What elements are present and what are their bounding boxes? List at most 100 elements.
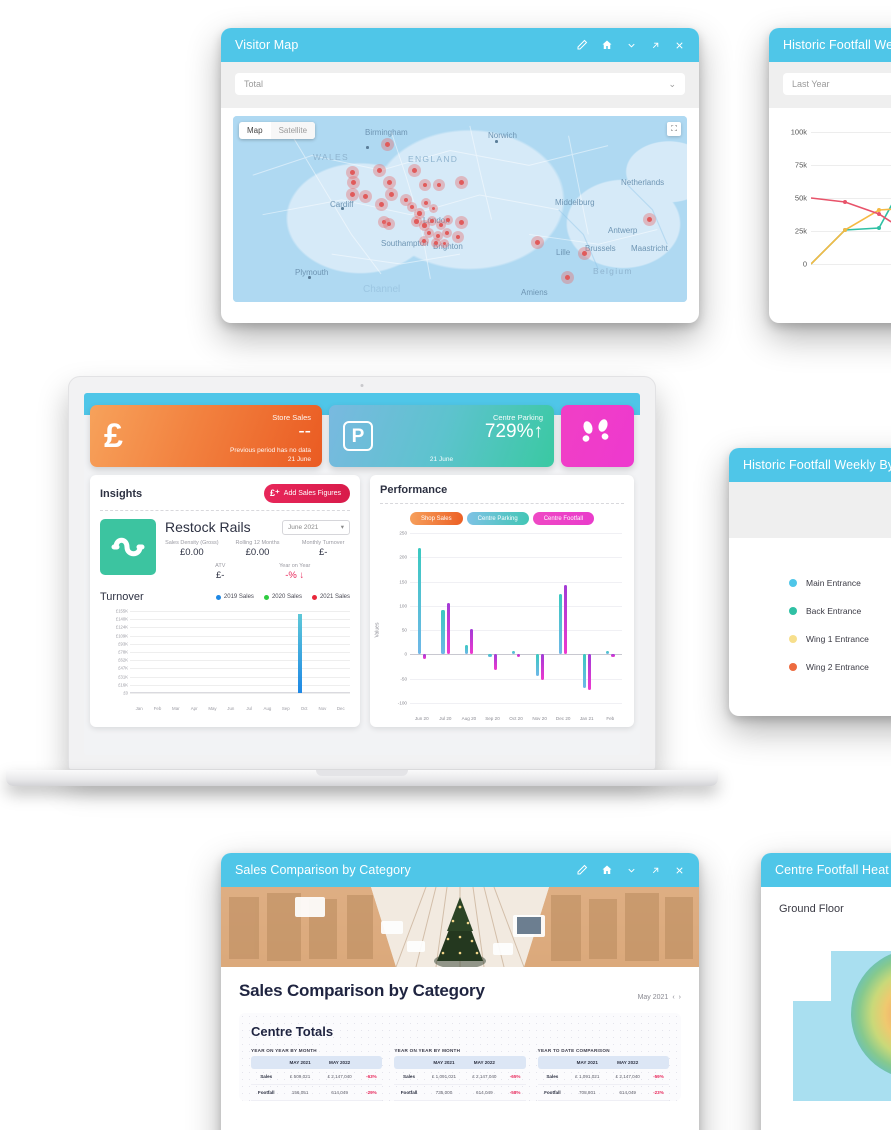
column-header: MAY 2021 — [567, 1056, 608, 1069]
total-filter-value: Total — [244, 79, 264, 89]
close-icon[interactable] — [674, 40, 685, 51]
close-icon[interactable] — [674, 865, 685, 876]
map-type-toggle[interactable]: Map Satellite — [239, 122, 316, 139]
table-cell: -29% — [360, 1084, 383, 1101]
performance-bar — [582, 654, 586, 689]
table-caption: YEAR ON YEAR BY MONTH — [251, 1048, 317, 1053]
page-title: Sales Comparison by Category — [239, 981, 485, 1000]
kpi-centre-parking[interactable]: P Centre Parking 729%↑ 21 June — [329, 405, 554, 467]
period-select[interactable]: Last Year ⌄ — [783, 73, 891, 95]
performance-tabs: Shop Sales Centre Parking Centre Footfal… — [380, 512, 624, 525]
map-label: Netherlands — [621, 178, 665, 187]
performance-bar — [422, 654, 427, 660]
metric-year-on-year: Year on Year -% ↓ — [264, 563, 327, 581]
map-canvas[interactable]: Map Satellite ⛶ Birmingham Norwich WALES… — [233, 116, 687, 302]
performance-bar — [493, 654, 497, 671]
expand-arrow-icon[interactable] — [650, 865, 661, 876]
metrics-row-1: Sales Density (Gross) £0.00 Rolling 12 M… — [165, 540, 350, 558]
legend-item-main-entrance[interactable]: Main Entrance — [789, 578, 891, 588]
next-month-icon[interactable]: › — [679, 994, 681, 1001]
kpi-label: Centre Parking — [492, 413, 543, 422]
table-caption: YEAR TO DATE COMPARISON — [537, 1048, 610, 1053]
tab-centre-parking[interactable]: Centre Parking — [466, 512, 529, 525]
kpi-store-sales[interactable]: £ Store Sales -- Previous period has no … — [90, 405, 322, 467]
panel-title: Performance — [380, 484, 448, 496]
x-tick: Aug — [263, 706, 272, 711]
table-row: Sales £ 1,091,021 £ 2,147,040 -65% — [394, 1069, 526, 1085]
legend-label: Wing 1 Entrance — [806, 634, 869, 644]
chevron-down-icon[interactable] — [626, 40, 637, 51]
legend-label: Back Entrance — [806, 606, 862, 616]
home-icon[interactable] — [601, 864, 613, 876]
legend-item-wing-2-entrance[interactable]: Wing 2 Entrance — [789, 662, 891, 672]
add-sales-figures-button[interactable]: £⁺ Add Sales Figures — [264, 484, 350, 503]
pencil-icon[interactable] — [576, 39, 588, 51]
turnover-title: Turnover — [100, 591, 144, 603]
metric-monthly-turnover: Monthly Turnover £- — [296, 540, 350, 558]
legend-swatch — [789, 635, 797, 643]
x-tick: Feb — [153, 706, 162, 711]
y-tick: 150 — [399, 579, 407, 585]
chevron-down-icon[interactable] — [626, 865, 637, 876]
visitor-map-card: Visitor Map Total ⌄ Map Satellite ⛶ Birm… — [221, 28, 699, 323]
column-header: MAY 2021 — [281, 1056, 319, 1069]
y-tick: £109K — [115, 633, 128, 639]
map-label: Norwich — [488, 131, 517, 140]
webcam-icon — [360, 384, 364, 387]
performance-bar — [559, 594, 563, 655]
table-cell: Footfall — [251, 1084, 282, 1101]
laptop-base — [6, 770, 718, 786]
pencil-icon[interactable] — [576, 864, 588, 876]
insight-period-select[interactable]: June 2021 ▾ — [282, 519, 350, 535]
metric-label: Sales Density (Gross) — [165, 540, 219, 546]
expand-arrow-icon[interactable] — [650, 40, 661, 51]
table-cell: Sales — [251, 1069, 282, 1085]
performance-panel: Performance Shop Sales Centre Parking Ce… — [370, 475, 634, 727]
table-row: Sales £ 509,021 £ 2,147,040 -63% — [251, 1069, 383, 1085]
table-cell: 614,049 — [318, 1084, 361, 1101]
metric-label: Year on Year — [279, 563, 311, 569]
kpi-centre-footfall[interactable] — [561, 405, 634, 467]
tab-centre-footfall[interactable]: Centre Footfall — [532, 512, 595, 525]
x-tick: Aug 20 — [461, 716, 477, 721]
table-cell: £ 2,147,040 — [318, 1069, 361, 1085]
column-header — [394, 1056, 424, 1069]
map-toggle-map[interactable]: Map — [239, 122, 271, 139]
map-label: Plymouth — [295, 268, 329, 277]
table-cell: Footfall — [537, 1084, 568, 1101]
prev-month-icon[interactable]: ‹ — [672, 994, 674, 1001]
dashboard-panels: Insights £⁺ Add Sales Figures Restock Ra… — [84, 467, 640, 727]
metric-label: Monthly Turnover — [301, 540, 345, 546]
totals-table: MAY 2021 MAY 2022 Sales £ 1,091,021 £ 2,147,… — [394, 1056, 526, 1101]
map-label: Middelburg — [555, 198, 595, 207]
card-title: Historic Footfall Weekly By — [743, 458, 891, 472]
x-tick: Feb — [606, 716, 615, 721]
table-row: Sales £ 1,091,021 £ 2,147,040 -59% — [537, 1069, 669, 1085]
tab-shop-sales[interactable]: Shop Sales — [409, 512, 463, 525]
performance-bar — [611, 654, 615, 657]
floor-plan[interactable] — [779, 931, 891, 1101]
y-tick: £47K — [118, 665, 128, 671]
legend-item-wing-1-entrance[interactable]: Wing 1 Entrance — [789, 634, 891, 644]
line-series — [811, 197, 891, 265]
table-row: Footfall 708,801 614,049 -23% — [537, 1084, 669, 1101]
chevron-down-icon: ⌄ — [668, 78, 676, 89]
home-icon[interactable] — [601, 39, 613, 51]
metrics-row-2: ATV £- Year on Year -% ↓ — [165, 563, 350, 581]
totals-table-block: YEAR ON YEAR BY MONTH MAY 2021 MAY 2022 Sal… — [394, 1048, 526, 1101]
fullscreen-icon[interactable]: ⛶ — [667, 122, 681, 136]
turnover-plot — [130, 607, 350, 693]
table-cell: £ 2,147,040 — [464, 1069, 505, 1085]
map-toggle-satellite[interactable]: Satellite — [270, 122, 316, 139]
chevron-down-icon: ▾ — [340, 524, 344, 531]
store-name: Restock Rails — [165, 519, 251, 535]
y-tick: 50 — [401, 627, 407, 633]
turnover-legend: 2019 Sales 2020 Sales 2021 Sales — [215, 594, 350, 600]
legend-item-back-entrance[interactable]: Back Entrance — [789, 606, 891, 616]
total-filter-select[interactable]: Total ⌄ — [235, 73, 685, 95]
table-row: Footfall 735,000 614,049 -58% — [394, 1084, 526, 1101]
column-header — [360, 1056, 383, 1069]
kpi-label: Store Sales — [272, 413, 311, 422]
performance-bar — [535, 654, 539, 677]
month-navigator[interactable]: May 2021 ‹ › — [638, 994, 681, 1001]
